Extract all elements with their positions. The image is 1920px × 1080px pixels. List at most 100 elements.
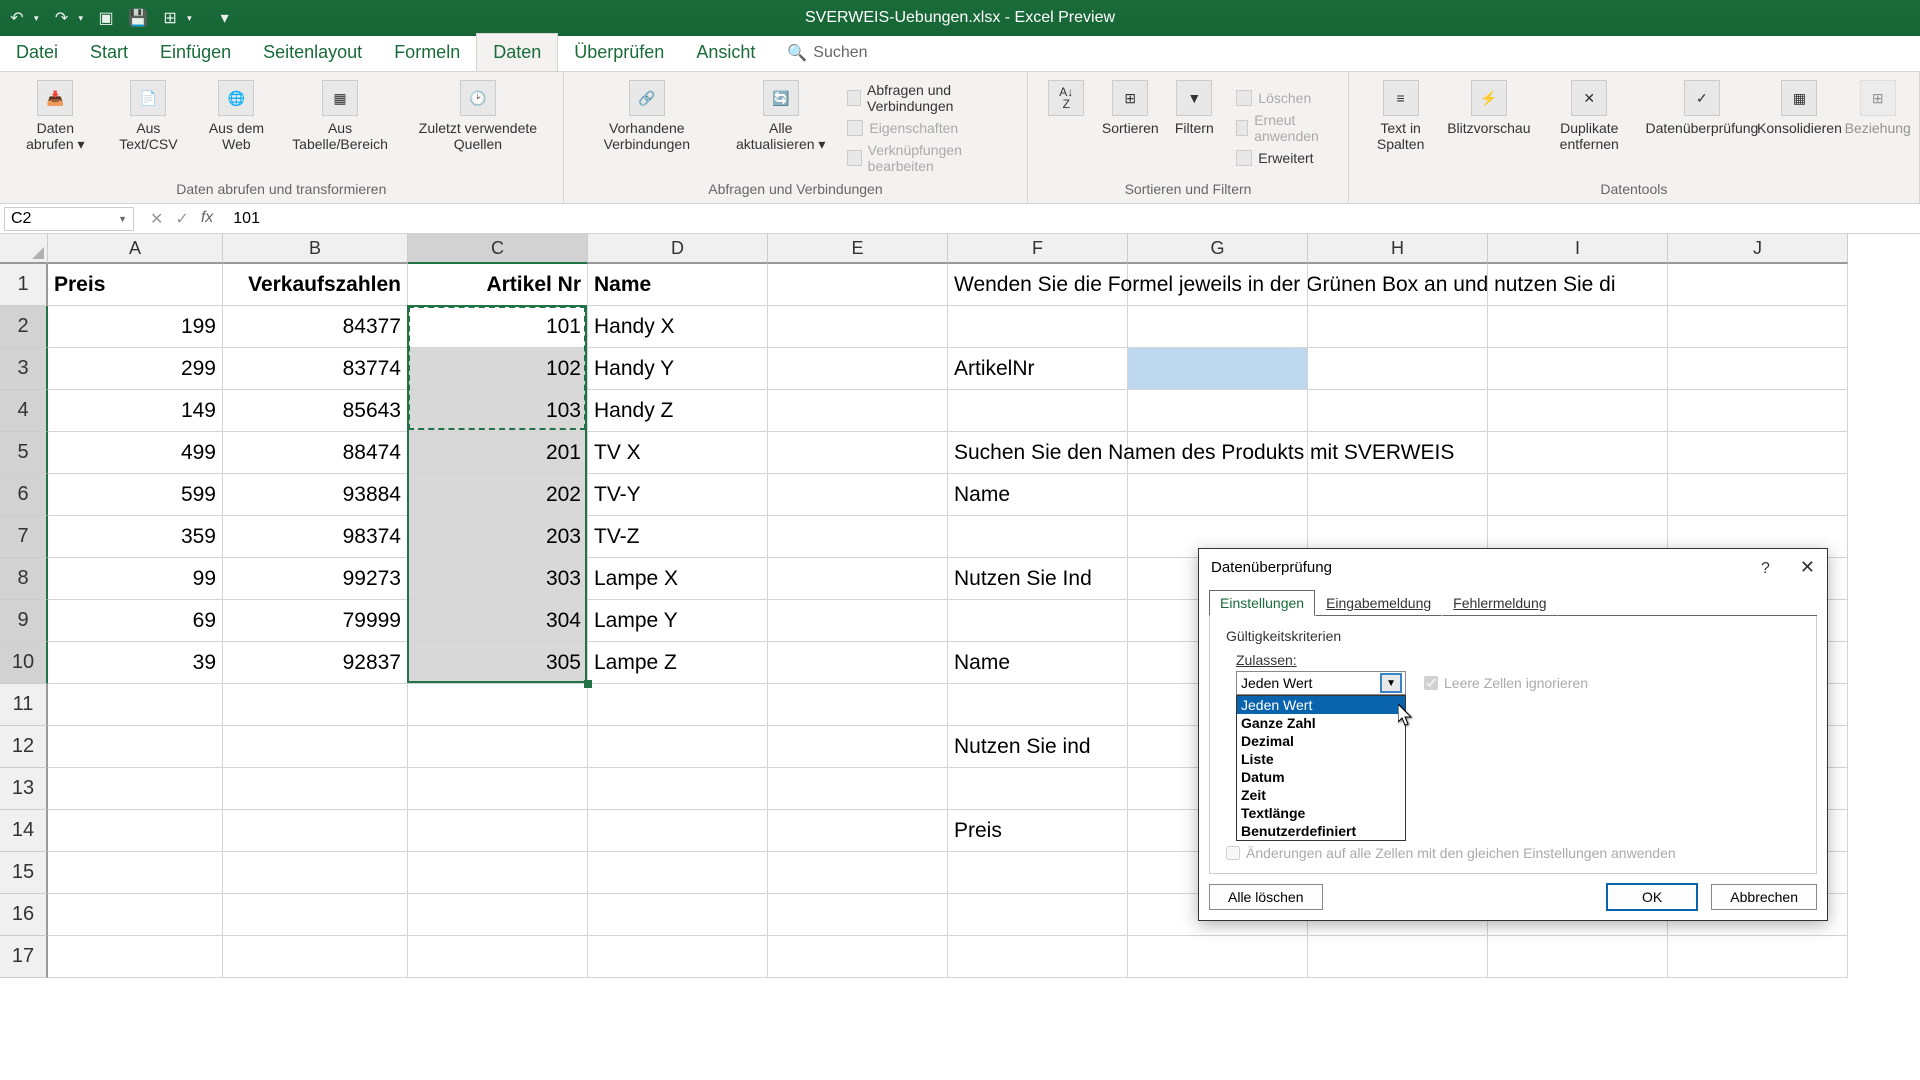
cell[interactable]: 103 xyxy=(408,390,588,432)
allow-combo[interactable]: Jeden Wert▼ Jeden WertGanze ZahlDezimalL… xyxy=(1236,671,1406,695)
cell[interactable]: ArtikelNr xyxy=(948,348,1128,390)
cancel-icon[interactable]: ✕ xyxy=(150,209,163,229)
cell[interactable] xyxy=(1308,474,1488,516)
alle-aktualisieren-button[interactable]: 🔄Alle aktualisieren ▾ xyxy=(726,76,835,179)
cell[interactable]: Name xyxy=(588,264,768,306)
cell[interactable]: Artikel Nr xyxy=(408,264,588,306)
ignore-blank-checkbox[interactable]: Leere Zellen ignorieren xyxy=(1424,675,1588,691)
cell[interactable] xyxy=(223,768,408,810)
erweitert-button[interactable]: Erweitert xyxy=(1236,150,1331,166)
cell[interactable] xyxy=(48,684,223,726)
tab-formeln[interactable]: Formeln xyxy=(378,34,476,71)
datenueberpruefung-button[interactable]: ✓Datenüberprüfung xyxy=(1649,76,1754,179)
cell[interactable] xyxy=(48,894,223,936)
cell[interactable]: Preis xyxy=(948,810,1128,852)
tab-fehlermeldung[interactable]: Fehlermeldung xyxy=(1442,590,1557,616)
cell[interactable]: 69 xyxy=(48,600,223,642)
verknuepfungen-button[interactable]: Verknüpfungen bearbeiten xyxy=(847,142,1011,174)
cell[interactable] xyxy=(948,768,1128,810)
combo-option[interactable]: Dezimal xyxy=(1237,732,1405,750)
combo-option[interactable]: Zeit xyxy=(1237,786,1405,804)
cell[interactable]: 201 xyxy=(408,432,588,474)
cell[interactable]: 599 xyxy=(48,474,223,516)
cell[interactable] xyxy=(1128,306,1308,348)
cell[interactable]: 149 xyxy=(48,390,223,432)
cell[interactable] xyxy=(1308,432,1488,474)
cell[interactable] xyxy=(1668,348,1848,390)
cell[interactable] xyxy=(588,768,768,810)
touchmode-icon[interactable]: ⊞ xyxy=(161,9,179,27)
cell[interactable] xyxy=(1488,306,1668,348)
cell[interactable] xyxy=(1668,936,1848,978)
cell[interactable]: 304 xyxy=(408,600,588,642)
cell[interactable]: 99 xyxy=(48,558,223,600)
cell[interactable]: Wenden Sie die Formel jeweils in der Grü… xyxy=(948,264,1128,306)
col-header-I[interactable]: I xyxy=(1488,234,1668,264)
tab-ueberpruefen[interactable]: Überprüfen xyxy=(558,34,680,71)
sort-az-button[interactable]: A↓Z xyxy=(1036,76,1096,179)
cell[interactable] xyxy=(1668,474,1848,516)
beziehung-button[interactable]: ⊞Beziehung xyxy=(1844,76,1911,179)
cell[interactable]: 499 xyxy=(48,432,223,474)
row-header-12[interactable]: 12 xyxy=(0,726,48,768)
cell[interactable] xyxy=(768,516,948,558)
cell[interactable] xyxy=(948,390,1128,432)
cell[interactable] xyxy=(1308,390,1488,432)
cell[interactable] xyxy=(768,264,948,306)
cell[interactable]: Handy X xyxy=(588,306,768,348)
cell[interactable]: 102 xyxy=(408,348,588,390)
cell[interactable]: 202 xyxy=(408,474,588,516)
cell[interactable] xyxy=(768,642,948,684)
cell[interactable] xyxy=(768,810,948,852)
cell[interactable] xyxy=(408,852,588,894)
cell[interactable] xyxy=(1668,390,1848,432)
col-header-F[interactable]: F xyxy=(948,234,1128,264)
camera-icon[interactable]: ▣ xyxy=(97,9,115,27)
cell[interactable]: 199 xyxy=(48,306,223,348)
duplikate-button[interactable]: ✕Duplikate entfernen xyxy=(1533,76,1645,179)
loeschen-button[interactable]: Löschen xyxy=(1236,90,1331,106)
cell[interactable] xyxy=(768,894,948,936)
tab-start[interactable]: Start xyxy=(74,34,144,71)
cell[interactable] xyxy=(588,894,768,936)
cell[interactable] xyxy=(948,894,1128,936)
cell[interactable] xyxy=(1488,264,1668,306)
cell[interactable] xyxy=(408,936,588,978)
cell[interactable]: Handy Z xyxy=(588,390,768,432)
apply-all-checkbox[interactable]: Änderungen auf alle Zellen mit den gleic… xyxy=(1226,845,1800,861)
fx-icon[interactable]: fx xyxy=(201,209,213,229)
col-header-E[interactable]: E xyxy=(768,234,948,264)
cell[interactable] xyxy=(223,684,408,726)
cell[interactable] xyxy=(1128,432,1308,474)
combo-option[interactable]: Jeden Wert xyxy=(1237,696,1405,714)
undo-icon[interactable]: ↶ xyxy=(8,9,26,27)
cell[interactable] xyxy=(223,810,408,852)
cell[interactable]: Lampe Z xyxy=(588,642,768,684)
cell[interactable] xyxy=(1488,936,1668,978)
fill-handle[interactable] xyxy=(584,680,592,688)
cell[interactable] xyxy=(768,600,948,642)
erneut-button[interactable]: Erneut anwenden xyxy=(1236,112,1331,144)
row-header-1[interactable]: 1 xyxy=(0,264,48,306)
cell[interactable] xyxy=(1488,474,1668,516)
cell[interactable] xyxy=(768,474,948,516)
aus-tabelle-button[interactable]: ▦Aus Tabelle/Bereich xyxy=(283,76,397,179)
chevron-down-icon[interactable]: ▼ xyxy=(1381,674,1401,692)
cell[interactable] xyxy=(1668,306,1848,348)
cell[interactable] xyxy=(1128,390,1308,432)
konsolidieren-button[interactable]: ▦Konsolidieren xyxy=(1758,76,1840,179)
cell[interactable] xyxy=(768,852,948,894)
cell[interactable] xyxy=(1128,348,1308,390)
search-tab[interactable]: 🔍Suchen xyxy=(771,35,883,71)
cell[interactable]: 85643 xyxy=(223,390,408,432)
cell[interactable]: 359 xyxy=(48,516,223,558)
row-header-2[interactable]: 2 xyxy=(0,306,48,348)
cell[interactable]: Nutzen Sie ind xyxy=(948,726,1128,768)
cell[interactable]: 92837 xyxy=(223,642,408,684)
cell[interactable] xyxy=(1488,348,1668,390)
cell[interactable] xyxy=(223,726,408,768)
formula-input[interactable]: 101 xyxy=(225,210,1920,228)
cell[interactable]: 203 xyxy=(408,516,588,558)
cell[interactable]: 93884 xyxy=(223,474,408,516)
combo-option[interactable]: Ganze Zahl xyxy=(1237,714,1405,732)
